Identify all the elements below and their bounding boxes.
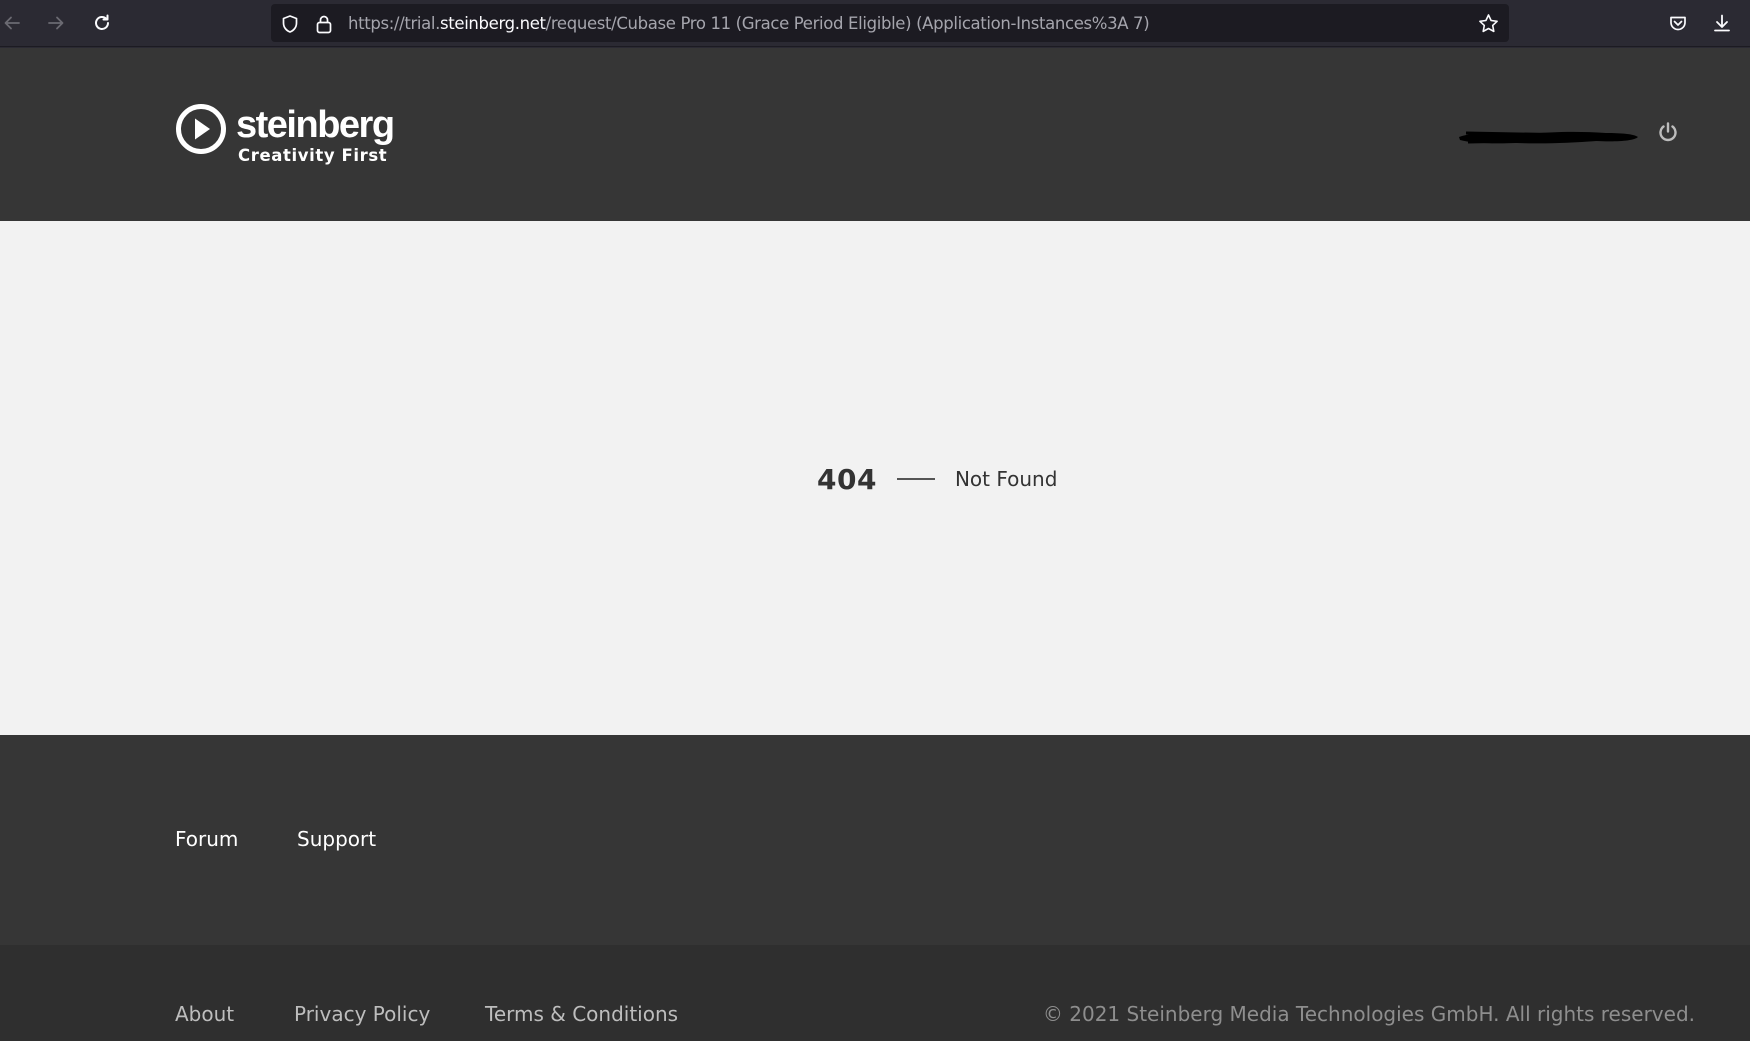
footer-nav: Forum Support xyxy=(0,735,1750,945)
power-icon[interactable] xyxy=(1657,121,1679,143)
forward-button[interactable] xyxy=(41,8,71,38)
site-header: steinberg Creativity First xyxy=(0,48,1750,221)
pocket-icon xyxy=(1670,16,1686,31)
reload-icon xyxy=(95,14,109,30)
browser-toolbar: https://trial.steinberg.net/request/Cuba… xyxy=(0,0,1750,47)
footer-link-about[interactable]: About xyxy=(175,1002,234,1026)
star-icon[interactable] xyxy=(1478,13,1499,34)
downloads-button[interactable] xyxy=(1707,8,1737,38)
footer-link-forum[interactable]: Forum xyxy=(175,827,238,851)
pocket-button[interactable] xyxy=(1663,8,1693,38)
logo-wordmark: steinberg xyxy=(236,104,395,146)
user-name-redacted xyxy=(1459,131,1638,144)
url-prefix: https://trial. xyxy=(348,14,441,33)
url-host: steinberg.net xyxy=(440,14,546,33)
play-circle-icon xyxy=(176,104,226,154)
logo-tagline: Creativity First xyxy=(238,146,388,165)
error-code: 404 xyxy=(817,462,877,496)
error-divider xyxy=(896,478,935,480)
error-text: Not Found xyxy=(954,467,1058,491)
lock-icon[interactable] xyxy=(315,14,333,34)
copyright-text: © 2021 Steinberg Media Technologies GmbH… xyxy=(1042,1002,1695,1026)
url-text[interactable]: https://trial.steinberg.net/request/Cuba… xyxy=(348,14,1150,34)
url-bar[interactable]: https://trial.steinberg.net/request/Cuba… xyxy=(271,4,1509,42)
url-path: /request/Cubase Pro 11 (Grace Period Eli… xyxy=(545,14,1150,33)
main-content: 404 Not Found xyxy=(0,221,1750,735)
footer-link-support[interactable]: Support xyxy=(297,827,376,851)
back-button[interactable] xyxy=(0,8,27,38)
download-icon xyxy=(1714,14,1730,32)
footer-link-terms[interactable]: Terms & Conditions xyxy=(485,1002,678,1026)
steinberg-logo[interactable]: steinberg Creativity First xyxy=(175,103,405,165)
error-message-block: 404 Not Found xyxy=(817,459,1057,499)
shield-icon[interactable] xyxy=(280,14,300,34)
footer-legal: About Privacy Policy Terms & Conditions … xyxy=(0,945,1750,1041)
back-icon xyxy=(4,16,20,30)
footer-link-privacy-policy[interactable]: Privacy Policy xyxy=(294,1002,430,1026)
reload-button[interactable] xyxy=(87,8,117,38)
forward-icon xyxy=(48,16,64,30)
